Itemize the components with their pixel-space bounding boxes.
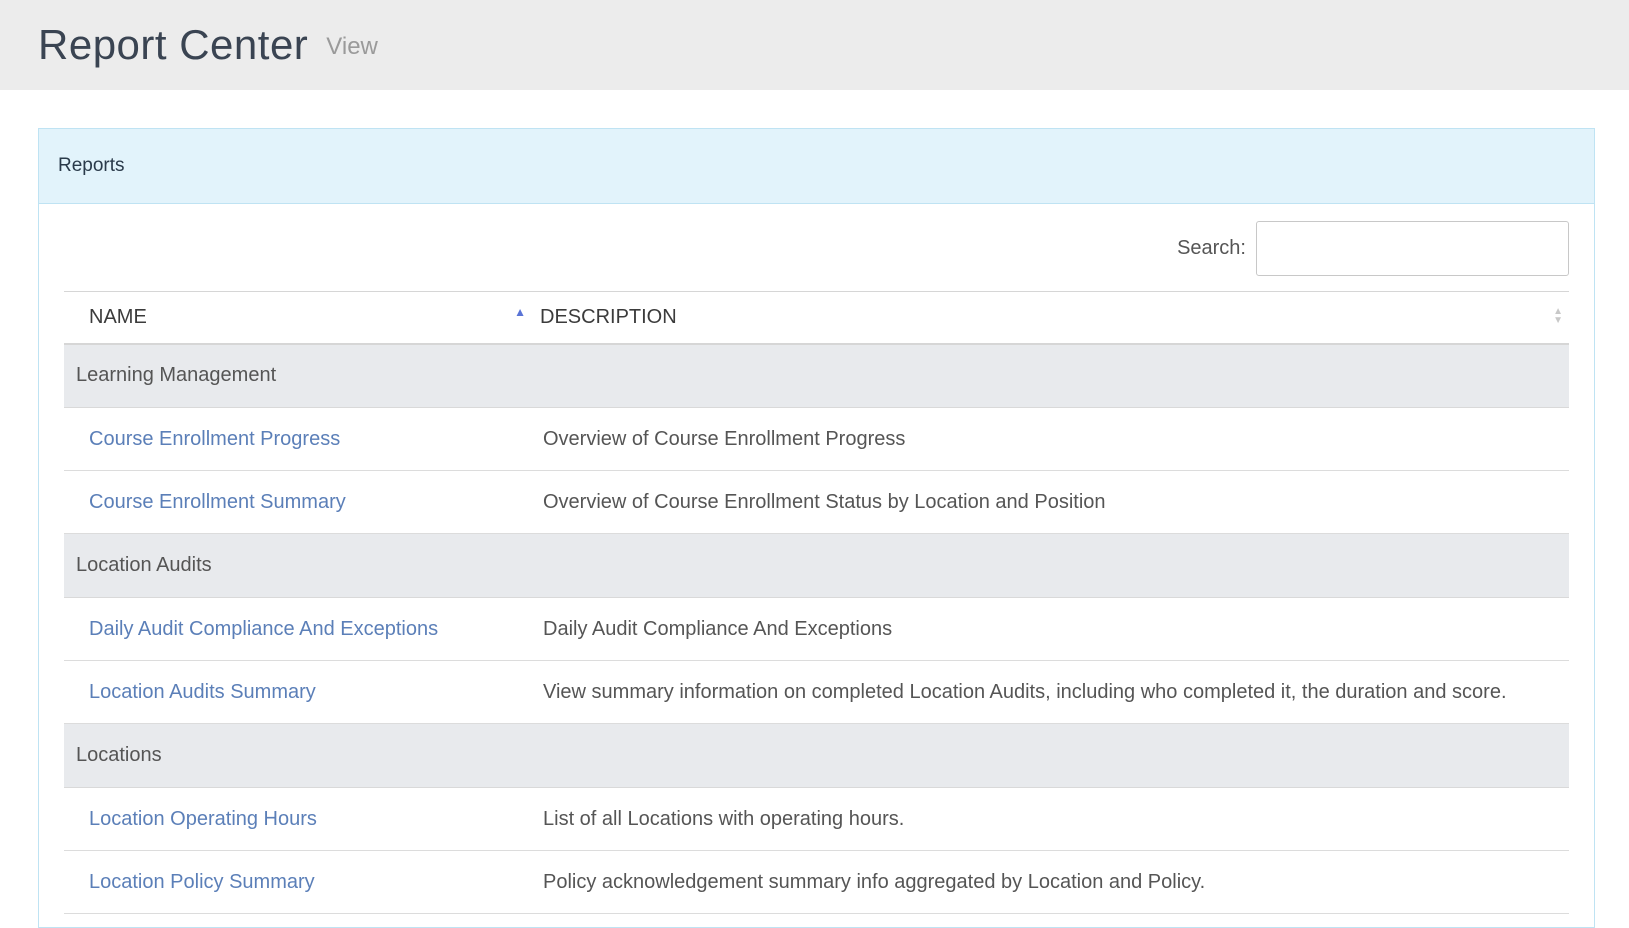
table-header-row: NAME ▲ DESCRIPTION ▲ ▼ (64, 291, 1569, 344)
panel-body: Search: NAME ▲ DESCRIPTION ▲ ▼ Learning M… (39, 204, 1594, 914)
column-header-description-label: DESCRIPTION (540, 305, 677, 328)
table-row: Location Audits Summary View summary info… (64, 661, 1569, 724)
search-row: Search: (64, 204, 1569, 291)
group-row: Locations (64, 723, 1569, 788)
report-name-cell: Daily Audit Compliance And Exceptions (64, 598, 536, 661)
group-row: Learning Management (64, 343, 1569, 408)
report-link[interactable]: Location Operating Hours (89, 808, 317, 830)
report-description: Daily Audit Compliance And Exceptions (543, 617, 893, 640)
column-header-name-label: NAME (89, 305, 147, 328)
panel-heading: Reports (39, 129, 1594, 204)
table-row: Course Enrollment Progress Overview of Co… (64, 408, 1569, 471)
reports-table: NAME ▲ DESCRIPTION ▲ ▼ Learning Managemen… (64, 291, 1569, 914)
search-input[interactable] (1256, 221, 1569, 276)
group-row: Location Audits (64, 533, 1569, 598)
page-header: Report Center View (0, 0, 1629, 90)
report-description: List of all Locations with operating hou… (543, 807, 905, 830)
report-name-cell: Location Operating Hours (64, 788, 536, 851)
table-row: Daily Audit Compliance And Exceptions Dai… (64, 598, 1569, 661)
group-label: Locations (76, 744, 162, 766)
report-description: View summary information on completed Lo… (543, 680, 1507, 703)
page-subtitle: View (326, 33, 378, 60)
report-description: Policy acknowledgement summary info aggr… (543, 870, 1206, 893)
table-row: Location Policy Summary Policy acknowledg… (64, 851, 1569, 914)
report-name-cell: Location Audits Summary (64, 661, 536, 724)
report-link[interactable]: Location Policy Summary (89, 871, 315, 893)
report-name-cell: Course Enrollment Summary (64, 471, 536, 534)
table-row: Course Enrollment Summary Overview of Cou… (64, 471, 1569, 534)
report-name-cell: Course Enrollment Progress (64, 408, 536, 471)
report-description: Overview of Course Enrollment Status by … (543, 490, 1106, 513)
report-link[interactable]: Course Enrollment Progress (89, 428, 340, 450)
report-link[interactable]: Daily Audit Compliance And Exceptions (89, 618, 438, 640)
search-label: Search: (1177, 237, 1246, 259)
report-link[interactable]: Course Enrollment Summary (89, 491, 346, 513)
reports-panel: Reports Search: NAME ▲ DESCRIPTION ▲▼ L (38, 128, 1595, 928)
column-header-description[interactable]: DESCRIPTION ▲ ▼ (536, 292, 1569, 344)
table-row: Location Operating Hours List of all Loca… (64, 788, 1569, 851)
sort-both-icon: ▲ ▼ (1553, 306, 1563, 326)
page-title: Report Center (38, 21, 309, 68)
sort-ascending-icon: ▲ (514, 305, 526, 319)
report-description: Overview of Course Enrollment Progress (543, 427, 906, 450)
report-link[interactable]: Location Audits Summary (89, 681, 316, 703)
group-label: Location Audits (76, 554, 212, 576)
column-header-name[interactable]: NAME ▲ (64, 292, 536, 344)
table-body: Learning Management Course Enrollment Pro… (64, 343, 1569, 914)
group-label: Learning Management (76, 364, 277, 387)
report-name-cell: Location Policy Summary (64, 851, 536, 914)
